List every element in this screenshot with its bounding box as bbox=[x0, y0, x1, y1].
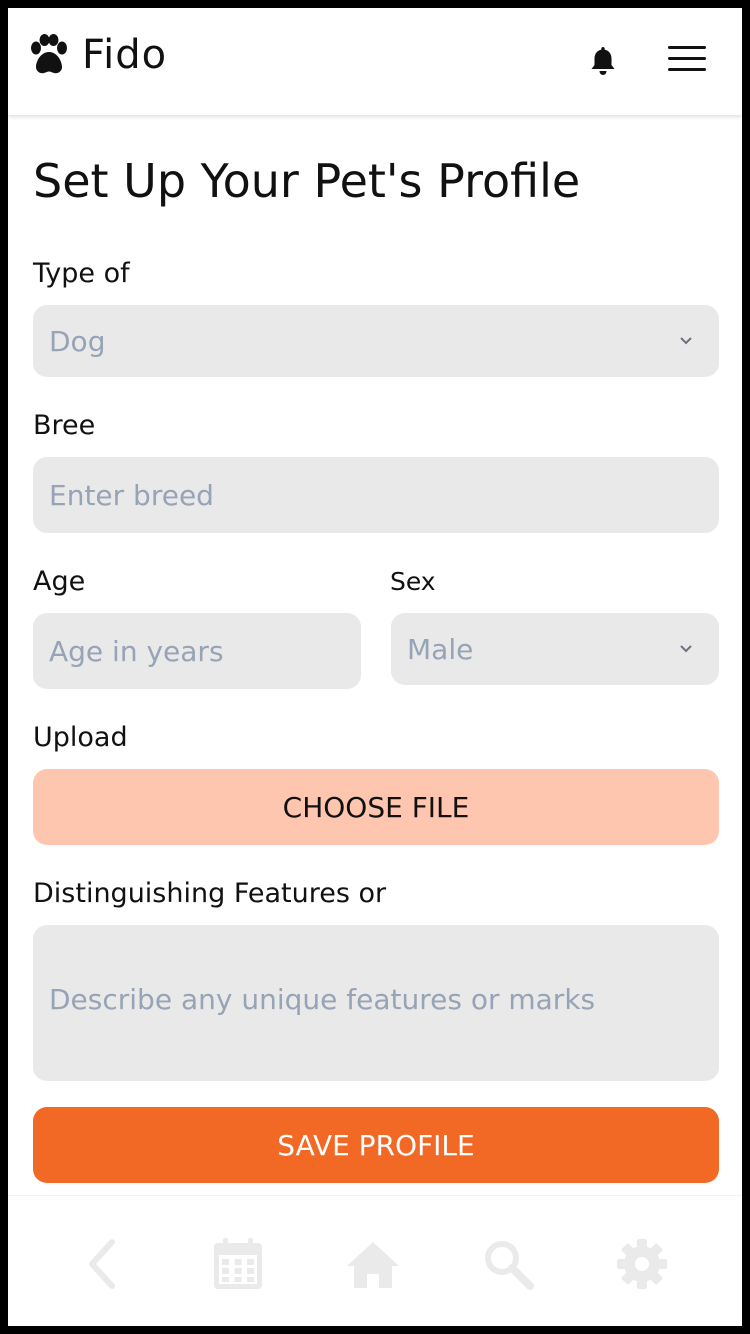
chevron-down-icon bbox=[680, 645, 692, 653]
top-bar: Fido bbox=[8, 8, 742, 115]
type-label: Type of bbox=[33, 258, 130, 289]
age-label: Age bbox=[33, 566, 86, 597]
age-input[interactable] bbox=[33, 613, 361, 689]
search-icon[interactable] bbox=[480, 1236, 536, 1292]
choose-file-button[interactable]: CHOOSE FILE bbox=[33, 769, 719, 845]
calendar-icon[interactable] bbox=[210, 1236, 266, 1292]
features-label: Distinguishing Features or bbox=[33, 878, 387, 909]
app-name: Fido bbox=[82, 32, 168, 78]
app-frame: Fido Set Up Your Pet's Profile Type of D… bbox=[8, 8, 742, 1326]
type-select[interactable]: Dog bbox=[33, 305, 719, 377]
sex-value: Male bbox=[407, 632, 474, 666]
breed-label: Bree bbox=[33, 410, 96, 441]
bell-icon[interactable] bbox=[588, 45, 618, 77]
page-title: Set Up Your Pet's Profile bbox=[33, 154, 581, 208]
sex-label: Sex bbox=[390, 567, 436, 596]
bottom-nav bbox=[8, 1195, 742, 1326]
back-icon[interactable] bbox=[76, 1236, 132, 1292]
breed-input[interactable] bbox=[33, 457, 719, 533]
brand[interactable]: Fido bbox=[28, 32, 167, 78]
paw-icon bbox=[31, 34, 67, 74]
upload-label: Upload bbox=[33, 722, 128, 753]
save-profile-button[interactable]: SAVE PROFILE bbox=[33, 1107, 719, 1183]
chevron-down-icon bbox=[680, 337, 692, 345]
hamburger-menu-icon[interactable] bbox=[668, 46, 706, 74]
type-value: Dog bbox=[49, 324, 106, 358]
settings-icon[interactable] bbox=[614, 1236, 670, 1292]
home-icon[interactable] bbox=[345, 1236, 401, 1292]
sex-select[interactable]: Male bbox=[391, 613, 719, 685]
features-textarea[interactable] bbox=[33, 925, 719, 1081]
